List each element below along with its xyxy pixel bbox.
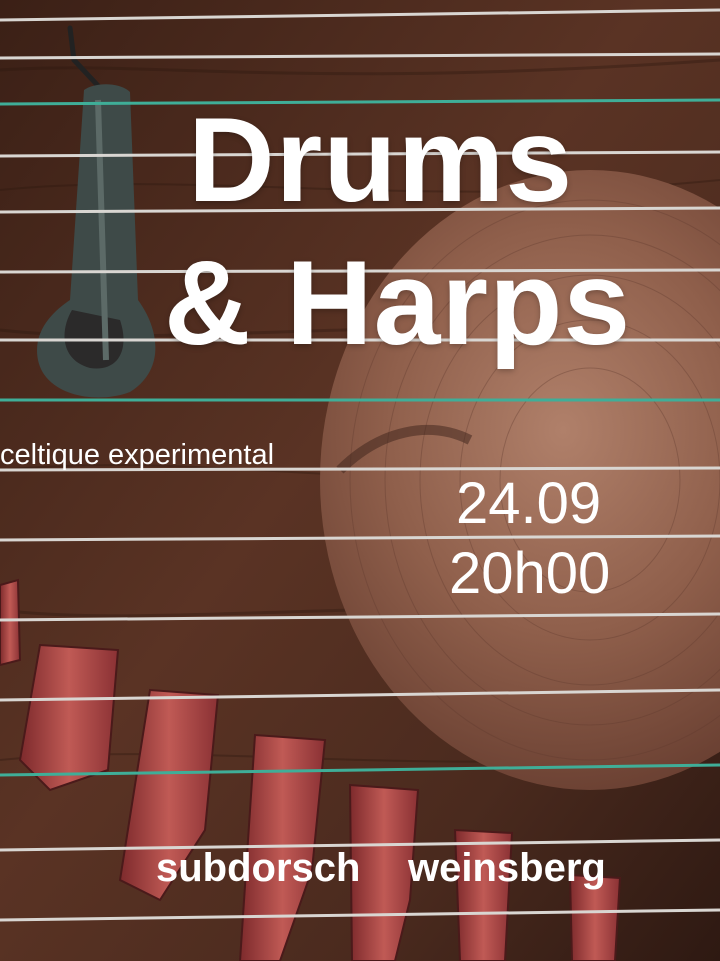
- event-time: 20h00: [449, 541, 611, 606]
- venue-town: weinsberg: [408, 846, 606, 890]
- title-line-2: & Harps: [164, 236, 632, 370]
- poster: Drums & Harps celtique experimental 24.0…: [0, 0, 720, 961]
- subtitle: celtique experimental: [0, 439, 275, 471]
- event-date: 24.09: [456, 471, 602, 536]
- title-line-1: Drums: [188, 93, 574, 227]
- venue-name: subdorsch: [156, 846, 361, 890]
